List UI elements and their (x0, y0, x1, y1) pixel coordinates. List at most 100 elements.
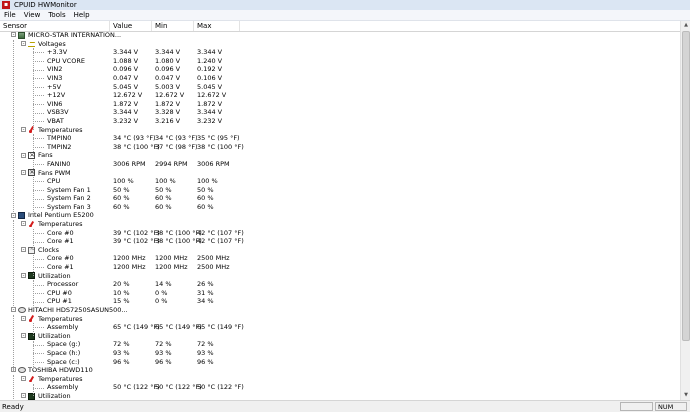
sensor-max: 35 °C (95 °F) (197, 134, 240, 143)
sensor-min: 50 °C (122 °F) (155, 383, 202, 392)
window-title: CPUID HWMonitor (14, 1, 77, 9)
device-row[interactable]: - HITACHI HDS7250SASUN500... (0, 306, 680, 315)
temp-icon (28, 315, 35, 322)
device-row[interactable]: - MICRO-STAR INTERNATION... (0, 31, 680, 40)
menu-view[interactable]: View (20, 10, 45, 20)
collapse-toggle-icon[interactable]: - (21, 169, 26, 175)
collapse-toggle-icon[interactable]: - (21, 393, 26, 399)
cpu-icon (18, 212, 25, 220)
group-row[interactable]: - Fans (0, 151, 680, 160)
sensor-row[interactable]: TMPIN2 38 °C (100 °F) 37 °C (98 °F) 38 °C (… (0, 143, 680, 152)
sensor-max: 31 % (197, 288, 214, 297)
sensor-min: 1.080 V (155, 56, 181, 65)
sensor-row[interactable]: VIN6 1.872 V 1.872 V 1.872 V (0, 100, 680, 109)
sensor-row[interactable]: TMPIN0 34 °C (93 °F) 34 °C (93 °F) 35 °C (9… (0, 134, 680, 143)
group-row[interactable]: - Temperatures (0, 126, 680, 135)
group-row[interactable]: - Clocks (0, 246, 680, 255)
group-row[interactable]: - Fans PWM (0, 169, 680, 177)
collapse-toggle-icon[interactable]: - (21, 333, 26, 339)
sensor-row[interactable]: Core #1 39 °C (102 °F) 38 °C (100 °F) 42 °C… (0, 237, 680, 246)
column-sensor[interactable]: Sensor (0, 21, 110, 31)
sensor-row[interactable]: Core #0 39 °C (102 °F) 38 °C (100 °F) 42 °C… (0, 229, 680, 238)
menu-tools[interactable]: Tools (44, 10, 69, 20)
vertical-scrollbar[interactable]: ▲ ▼ (680, 21, 690, 400)
collapse-toggle-icon[interactable]: - (21, 315, 26, 321)
collapse-toggle-icon[interactable]: - (21, 40, 26, 46)
sensor-min: 37 °C (98 °F) (155, 142, 198, 151)
column-max[interactable]: Max (194, 21, 240, 31)
sensor-min: 96 % (155, 357, 172, 366)
group-row[interactable]: - Temperatures (0, 220, 680, 229)
scroll-up-icon[interactable]: ▲ (681, 21, 690, 30)
sensor-min: 2994 RPM (155, 159, 188, 168)
sensor-row[interactable]: Assembly 50 °C (122 °F) 50 °C (122 °F) 50 °… (0, 383, 680, 392)
sensor-row[interactable]: Space (g:) 72 % 72 % 72 % (0, 340, 680, 349)
collapse-toggle-icon[interactable]: - (21, 247, 26, 253)
tree-connector (33, 353, 44, 355)
sensor-value: 50 °C (122 °F) (113, 383, 160, 392)
sensor-label: HITACHI HDS7250SASUN500... (28, 306, 128, 314)
sensor-row[interactable]: System Fan 1 50 % 50 % 50 % (0, 186, 680, 195)
sensor-row[interactable]: +5V 5.045 V 5.003 V 5.045 V (0, 83, 680, 92)
column-value[interactable]: Value (110, 21, 152, 31)
tree-guide (33, 254, 34, 277)
app-icon[interactable]: ▪ (2, 1, 10, 9)
collapse-toggle-icon[interactable]: - (11, 32, 16, 38)
collapse-toggle-icon[interactable]: - (21, 272, 26, 278)
sensor-row[interactable]: Space (h:) 93 % 93 % 93 % (0, 349, 680, 358)
column-min[interactable]: Min (152, 21, 194, 31)
tree-guide (33, 383, 34, 397)
collapse-toggle-icon[interactable]: - (21, 376, 26, 382)
sensor-row[interactable]: VBAT 3.232 V 3.216 V 3.232 V (0, 117, 680, 126)
sensor-row[interactable]: Core #1 1200 MHz 1200 MHz 2500 MHz (0, 263, 680, 272)
group-row[interactable]: - Temperatures (0, 315, 680, 324)
scroll-down-icon[interactable]: ▼ (681, 391, 690, 400)
sensor-label: TMPIN2 (47, 142, 72, 151)
group-row[interactable]: - Utilization (0, 272, 680, 281)
collapse-toggle-icon[interactable]: - (21, 126, 26, 132)
group-row[interactable]: - Utilization (0, 392, 680, 400)
sensor-label: Utilization (38, 331, 71, 340)
sensor-row[interactable]: VIN2 0.096 V 0.096 V 0.192 V (0, 65, 680, 74)
sensor-row[interactable]: System Fan 2 60 % 60 % 60 % (0, 194, 680, 203)
sensor-row[interactable]: Core #0 1200 MHz 1200 MHz 2500 MHz (0, 254, 680, 263)
sensor-row[interactable]: +12V 12.672 V 12.672 V 12.672 V (0, 91, 680, 100)
tree-connector (33, 241, 44, 243)
tree-guide (13, 375, 14, 400)
sensor-row[interactable]: Assembly 65 °C (149 °F) 65 °C (149 °F) 65 °… (0, 323, 680, 332)
device-row[interactable]: - TOSHIBA HDWD110 (0, 366, 680, 375)
sensor-label: CPU (47, 177, 61, 186)
group-row[interactable]: - Utilization (0, 332, 680, 341)
sensor-row[interactable]: System Fan 3 60 % 60 % 60 % (0, 203, 680, 212)
sensor-row[interactable]: VSB3V 3.344 V 3.328 V 3.344 V (0, 108, 680, 117)
sensor-tree[interactable]: - MICRO-STAR INTERNATION... - Voltages +3.3V… (0, 31, 680, 400)
sensor-value: 93 % (113, 348, 130, 357)
sensor-row[interactable]: +3.3V 3.344 V 3.344 V 3.344 V (0, 48, 680, 57)
sensor-label: MICRO-STAR INTERNATION... (28, 31, 122, 39)
sensor-row[interactable]: CPU #1 15 % 0 % 34 % (0, 297, 680, 306)
sensor-row[interactable]: FANIN0 3006 RPM 2994 RPM 3006 RPM (0, 160, 680, 169)
sensor-max: 1.872 V (197, 99, 223, 108)
group-row[interactable]: - Voltages (0, 40, 680, 49)
sensor-min: 0 % (155, 288, 168, 297)
tree-connector (33, 69, 44, 71)
sensor-value: 72 % (113, 340, 130, 349)
sensor-row[interactable]: CPU #0 10 % 0 % 31 % (0, 289, 680, 298)
sensor-min: 65 °C (149 °F) (155, 323, 202, 332)
sensor-row[interactable]: VIN3 0.047 V 0.047 V 0.106 V (0, 74, 680, 83)
sensor-row[interactable]: CPU 100 % 100 % 100 % (0, 177, 680, 186)
collapse-toggle-icon[interactable]: - (21, 221, 26, 227)
tree-connector (33, 121, 44, 123)
menu-help[interactable]: Help (70, 10, 94, 20)
sensor-row[interactable]: CPU VCORE 1.088 V 1.080 V 1.240 V (0, 57, 680, 66)
sensor-row[interactable]: Processor 20 % 14 % 26 % (0, 280, 680, 289)
group-row[interactable]: - Temperatures (0, 375, 680, 384)
device-row[interactable]: - Intel Pentium E5200 (0, 211, 680, 220)
sensor-label: Assembly (47, 383, 79, 392)
menu-file[interactable]: File (0, 10, 20, 20)
collapse-toggle-icon[interactable]: - (21, 152, 26, 158)
sensor-row[interactable]: Space (c:) 96 % 96 % 96 % (0, 358, 680, 367)
tree-guide (13, 39, 14, 216)
scrollbar-thumb[interactable] (682, 31, 690, 341)
sensor-value: 65 °C (149 °F) (113, 323, 160, 332)
